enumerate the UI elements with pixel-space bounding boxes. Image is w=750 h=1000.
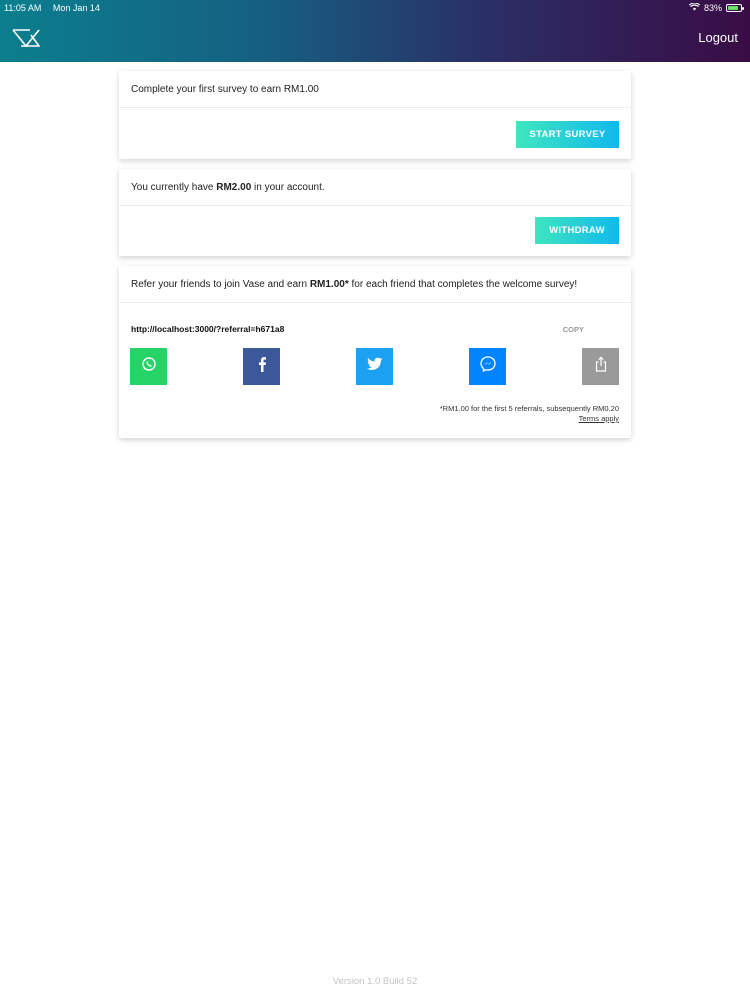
start-survey-button[interactable]: START SURVEY <box>516 121 619 148</box>
terms-link[interactable]: Terms apply <box>440 414 619 424</box>
share-icon <box>594 356 608 377</box>
survey-card: Complete your first survey to earn RM1.0… <box>119 71 631 159</box>
facebook-icon <box>257 356 267 377</box>
referral-card: Refer your friends to join Vase and earn… <box>119 266 631 438</box>
balance-amount: RM2.00 <box>216 181 252 193</box>
vase-logo-icon[interactable] <box>12 27 41 49</box>
twitter-icon <box>366 357 383 376</box>
referral-amount: RM1.00* <box>309 278 349 290</box>
messenger-icon <box>479 356 496 377</box>
app-header: 11:05 AM Mon Jan 14 83% Logout <box>0 0 750 62</box>
referral-message: Refer your friends to join Vase and earn… <box>119 266 631 303</box>
referral-text-before: Refer your friends to join Vase and earn <box>131 278 310 290</box>
withdraw-button[interactable]: WITHDRAW <box>535 217 619 244</box>
facebook-share-button[interactable] <box>243 348 280 385</box>
referral-footnote: *RM1.00 for the first 5 referrals, subse… <box>440 404 619 424</box>
version-label: Version 1.0 Build 52 <box>332 976 418 987</box>
referral-link[interactable]: http://localhost:3000/?referral=h671a8 <box>131 324 284 334</box>
whatsapp-icon <box>141 356 157 377</box>
balance-text-after: in your account. <box>251 181 325 193</box>
wifi-icon <box>688 0 701 16</box>
more-share-button[interactable] <box>582 348 619 385</box>
referral-text-after: for each friend that completes the welco… <box>348 278 578 290</box>
messenger-share-button[interactable] <box>469 348 506 385</box>
logout-button[interactable]: Logout <box>698 30 738 45</box>
copy-button[interactable]: COPY <box>563 325 584 334</box>
footnote-text: *RM1.00 for the first 5 referrals, subse… <box>439 404 619 413</box>
balance-text-before: You currently have <box>131 181 217 193</box>
balance-message: You currently have RM2.00 in your accoun… <box>119 169 631 206</box>
whatsapp-share-button[interactable] <box>130 348 167 385</box>
twitter-share-button[interactable] <box>356 348 393 385</box>
status-date: Mon Jan 14 <box>52 3 100 13</box>
status-bar: 11:05 AM Mon Jan 14 83% <box>0 0 750 16</box>
survey-message: Complete your first survey to earn RM1.0… <box>119 71 631 108</box>
status-time: 11:05 AM <box>4 3 42 13</box>
balance-card: You currently have RM2.00 in your accoun… <box>119 169 631 256</box>
battery-icon <box>726 4 744 12</box>
battery-percent: 83% <box>703 3 722 13</box>
